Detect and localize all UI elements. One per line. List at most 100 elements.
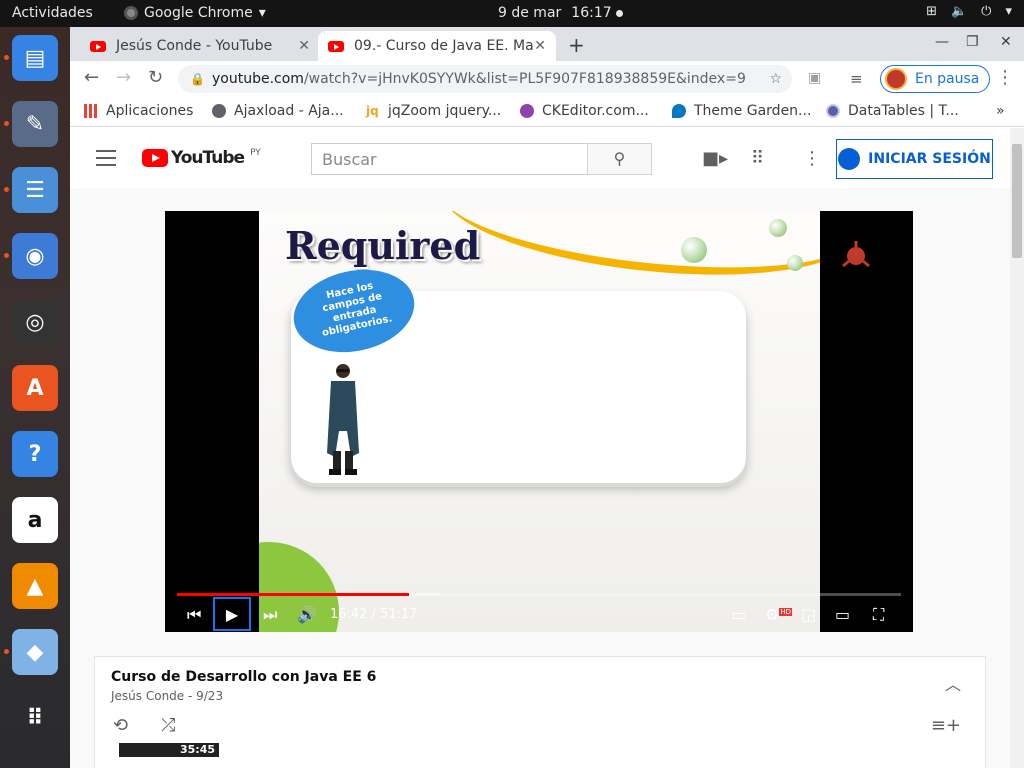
minimize-button[interactable]: —: [935, 34, 949, 50]
text-editor-icon[interactable]: ▤: [12, 35, 58, 81]
play-button[interactable]: ▶: [213, 597, 251, 631]
bookmark-jqzoom[interactable]: jq jqZoom jquery...: [366, 103, 501, 119]
apps-grid-icon: [84, 104, 98, 118]
youtube-page: YouTube PY Buscar ⚲ ■▸ ⠿ ⋮ INICIAR SESIÓ…: [70, 128, 1024, 768]
settings-gear-icon[interactable]: ⚙HD: [765, 605, 792, 624]
search-icon: ⚲: [613, 149, 626, 168]
bookmark-label: Theme Garden...: [694, 103, 812, 119]
network-icon: ⊞: [926, 4, 937, 19]
notification-dot: [615, 9, 623, 17]
previous-icon[interactable]: ⏮: [187, 605, 201, 625]
avatar: [885, 68, 907, 90]
settings-more-icon[interactable]: ⋮: [803, 148, 821, 169]
address-bar[interactable]: 🔒 youtube.com/watch?v=jHnvK0SYYWk&list=P…: [178, 65, 792, 93]
bookmark-apps[interactable]: Aplicaciones: [84, 103, 193, 119]
volume-icon[interactable]: 🔊: [297, 605, 317, 624]
play-icon: ▶: [225, 604, 239, 624]
bookmark-label: Ajaxload - Aja...: [234, 103, 344, 119]
system-menu[interactable]: ⊞ 🔈 ⏻ ▾: [926, 4, 1012, 19]
chromium-icon[interactable]: ◉: [12, 233, 58, 279]
search-input[interactable]: Buscar: [311, 143, 588, 175]
forward-arrow-icon[interactable]: →: [116, 67, 131, 88]
chevron-up-icon[interactable]: ︿: [945, 671, 961, 695]
video-frame: Required Hace los campos de entrada obli…: [259, 211, 820, 632]
tab-title: 09.- Curso de Java EE. Ma: [354, 38, 534, 54]
ubuntu-dock: ▤ ✎ ☰ ◉ ◎ A? a ▲ ◆ ⠿: [0, 27, 70, 768]
video-progress-bar[interactable]: [177, 593, 901, 596]
running-indicator: [4, 55, 9, 60]
theater-mode-icon[interactable]: ▭: [835, 605, 850, 624]
bookmark-theme-garden[interactable]: Theme Garden...: [672, 103, 811, 119]
bookmark-ckeditor[interactable]: CKEditor.com...: [520, 103, 649, 119]
progress-played: [177, 593, 410, 596]
file-cabinet-icon[interactable]: ☰: [12, 167, 58, 213]
restore-button[interactable]: ❐: [966, 34, 979, 50]
chrome-window: Jesús Conde - YouTube ✕ 09.- Curso de Ja…: [70, 27, 1024, 768]
character-figure: [327, 364, 359, 475]
virtualbox-icon[interactable]: ◆: [12, 629, 58, 675]
jq-icon: jq: [366, 104, 379, 118]
chevron-down-icon: ▾: [258, 5, 266, 21]
drupal-icon: [672, 104, 686, 118]
back-arrow-icon[interactable]: ←: [84, 67, 99, 88]
new-tab-button[interactable]: +: [568, 33, 585, 57]
help-icon[interactable]: ?: [12, 431, 58, 477]
system-top-bar: Actividades Google Chrome ▾ 9 de mar 16:…: [0, 0, 1024, 27]
channel-logo-icon: [842, 241, 870, 268]
running-indicator: [4, 187, 9, 192]
youtube-logo[interactable]: YouTube PY: [142, 148, 261, 168]
star-icon[interactable]: ☆: [769, 65, 782, 93]
volume-icon: 🔈: [950, 4, 968, 19]
chrome-menu-icon[interactable]: ⋮: [996, 67, 1014, 88]
playlist-panel: Curso de Desarrollo con Java EE 6 Jesús …: [94, 656, 986, 768]
slide-title: Required: [285, 223, 481, 268]
vlc-icon[interactable]: ▲: [12, 563, 58, 609]
chevron-down-icon: ▾: [1005, 4, 1012, 19]
miniplayer-icon[interactable]: ◲: [801, 605, 816, 624]
speaker-icon[interactable]: ◎: [12, 299, 58, 345]
reload-icon[interactable]: ↻: [148, 67, 163, 88]
software-store-icon[interactable]: A: [12, 365, 58, 411]
account-icon: [838, 148, 861, 170]
search-button[interactable]: ⚲: [587, 143, 652, 175]
signin-button[interactable]: INICIAR SESIÓN: [836, 139, 993, 179]
page-scrollbar[interactable]: [1010, 128, 1024, 768]
tab-close-icon[interactable]: ✕: [298, 38, 310, 54]
hamburger-menu-icon[interactable]: [96, 150, 116, 166]
extension-icon[interactable]: ▣: [808, 70, 821, 86]
next-icon[interactable]: ⏭: [263, 605, 277, 625]
bookmark-ajaxload[interactable]: Ajaxload - Aja...: [212, 103, 344, 119]
clock-time: 16:17: [571, 5, 612, 21]
running-indicator: [4, 121, 9, 126]
playlist-title[interactable]: Curso de Desarrollo con Java EE 6: [111, 669, 376, 685]
bookmark-datatables[interactable]: DataTables | T...: [826, 103, 959, 119]
app-menu[interactable]: Google Chrome ▾: [124, 5, 266, 21]
lock-icon: 🔒: [190, 72, 205, 86]
fullscreen-icon[interactable]: ⛶: [873, 605, 884, 625]
close-window-button[interactable]: ✕: [1000, 34, 1012, 50]
globe-icon: [212, 104, 226, 118]
media-controls-icon[interactable]: ≡: [850, 70, 863, 88]
tab-close-icon[interactable]: ✕: [534, 38, 546, 54]
save-playlist-icon[interactable]: ≡+: [931, 715, 961, 736]
clock[interactable]: 9 de mar 16:17: [498, 5, 623, 21]
subtitles-icon[interactable]: ▭: [731, 605, 746, 624]
profile-button[interactable]: En pausa: [880, 65, 991, 93]
browser-toolbar: ← → ↻ 🔒 youtube.com/watch?v=jHnvK0SYYWk&…: [70, 61, 1024, 97]
bookmarks-overflow-button[interactable]: »: [996, 103, 1005, 119]
apps-grid-icon[interactable]: ⠿: [751, 148, 764, 169]
playlist-thumbnail[interactable]: 35:45: [119, 743, 219, 757]
show-apps-icon[interactable]: ⠿: [12, 695, 58, 741]
amazon-icon[interactable]: a: [12, 497, 58, 543]
activities-button[interactable]: Actividades: [12, 5, 93, 21]
tab-curso-java[interactable]: 09.- Curso de Java EE. Ma ✕: [318, 31, 556, 61]
create-video-icon[interactable]: ■▸: [702, 148, 728, 169]
shuffle-icon[interactable]: ⤮: [161, 715, 175, 736]
paint-brush-icon[interactable]: ✎: [12, 101, 58, 147]
loop-icon[interactable]: ⟲: [113, 715, 128, 736]
tab-jesus-conde[interactable]: Jesús Conde - YouTube ✕: [80, 31, 320, 61]
scrollbar-thumb[interactable]: [1012, 144, 1022, 258]
water-drop: [681, 237, 707, 263]
video-player[interactable]: Required Hace los campos de entrada obli…: [165, 211, 913, 632]
slide-decoration: [435, 211, 820, 285]
